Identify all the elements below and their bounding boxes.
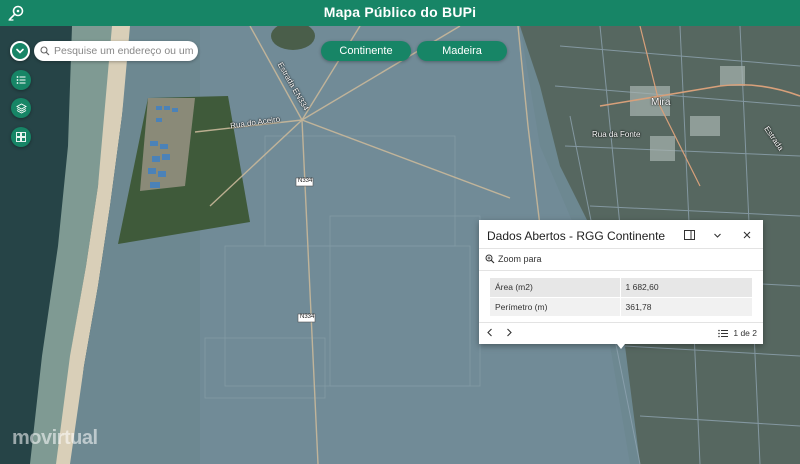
close-button[interactable] — [740, 228, 754, 242]
popup-footer: 1 de 2 — [479, 322, 763, 344]
zoom-to-label: Zoom para — [498, 254, 542, 264]
zoom-in-icon — [485, 254, 495, 264]
field-name: Perímetro (m) — [490, 297, 621, 317]
feature-popup: Dados Abertos - RGG Continente Zoom para… — [479, 220, 763, 344]
chevron-right-icon — [507, 328, 512, 337]
road-label: Rua da Fonte — [592, 130, 641, 139]
basemap-gallery-icon — [16, 132, 26, 142]
search-icon — [40, 46, 50, 56]
popup-title: Dados Abertos - RGG Continente — [487, 229, 666, 243]
road-shield-label: N334 — [300, 314, 315, 320]
collapse-button[interactable] — [710, 228, 724, 242]
town-label: Mira — [651, 97, 671, 108]
zoom-to-button[interactable]: Zoom para — [485, 254, 542, 264]
chevron-left-icon — [487, 328, 492, 337]
legend-list-icon — [16, 76, 26, 84]
layers-icon — [15, 102, 27, 114]
region-button-madeira[interactable]: Madeira — [417, 41, 507, 61]
feature-list-icon — [718, 329, 729, 337]
layers-button[interactable] — [11, 98, 31, 118]
popup-pointer — [617, 344, 625, 349]
next-feature-button[interactable] — [505, 328, 513, 340]
field-name: Área (m2) — [490, 278, 621, 298]
search-box[interactable] — [34, 41, 198, 61]
basemap-gallery-button[interactable] — [11, 127, 31, 147]
expand-toggle-button[interactable] — [10, 41, 30, 61]
road-shield-label: N334 — [298, 178, 313, 184]
field-value: 361,78 — [620, 297, 752, 317]
dock-button[interactable] — [682, 228, 696, 242]
watermark: movirtual — [12, 427, 98, 449]
chevron-down-icon — [713, 233, 721, 238]
app-header: Mapa Público do BUPi — [0, 0, 800, 26]
pagination-label: 1 de 2 — [733, 328, 757, 338]
app-title: Mapa Público do BUPi — [323, 4, 477, 20]
search-input[interactable] — [54, 45, 194, 57]
close-icon — [743, 231, 751, 239]
attribute-table: Área (m2) 1 682,60 Perímetro (m) 361,78 — [490, 278, 752, 317]
dock-icon — [683, 230, 695, 240]
field-value: 1 682,60 — [620, 278, 752, 298]
region-button-continente[interactable]: Continente — [321, 41, 411, 61]
legend-button[interactable] — [11, 70, 31, 90]
feature-pagination[interactable]: 1 de 2 — [718, 328, 757, 338]
divider — [479, 248, 763, 249]
previous-feature-button[interactable] — [486, 328, 494, 340]
table-row: Perímetro (m) 361,78 — [490, 297, 752, 317]
divider — [479, 270, 763, 271]
table-row: Área (m2) 1 682,60 — [490, 278, 752, 298]
chevron-down-icon — [16, 48, 24, 54]
